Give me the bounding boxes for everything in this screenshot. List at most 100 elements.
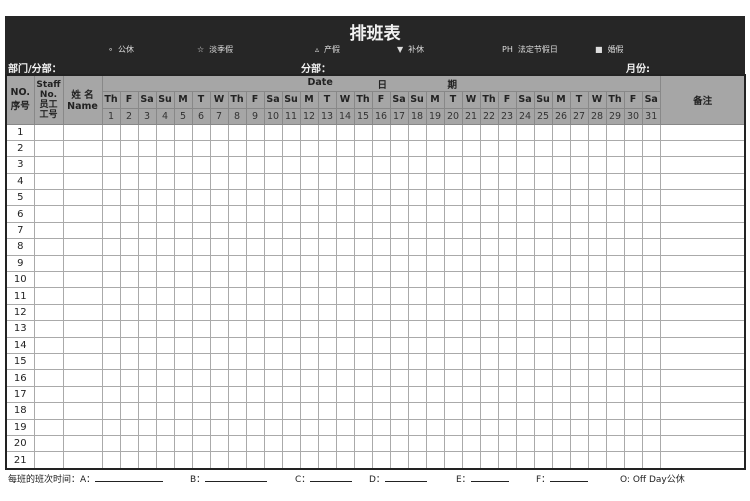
shift-cell[interactable] <box>119 451 139 470</box>
shift-cell[interactable] <box>479 352 499 371</box>
shift-cell[interactable] <box>353 189 373 207</box>
shift-cell[interactable] <box>119 303 139 322</box>
shift-cell[interactable] <box>623 434 643 453</box>
shift-cell[interactable] <box>407 402 427 420</box>
shift-cell[interactable] <box>389 254 409 273</box>
shift-cell[interactable] <box>245 369 265 387</box>
shift-cell[interactable] <box>245 385 265 404</box>
shift-cell[interactable] <box>101 402 121 420</box>
shift-cell[interactable] <box>119 320 139 338</box>
shift-cell[interactable] <box>605 287 625 305</box>
shift-cell[interactable] <box>551 221 571 240</box>
shift-cell[interactable] <box>569 336 589 354</box>
shift-cell[interactable] <box>137 451 157 470</box>
remark-cell[interactable] <box>659 221 746 240</box>
shift-cell[interactable] <box>191 139 211 158</box>
shift-cell[interactable] <box>119 238 139 256</box>
shift-cell[interactable] <box>245 123 265 141</box>
shift-cell[interactable] <box>497 254 517 273</box>
shift-cell[interactable] <box>281 451 301 470</box>
shift-cell[interactable] <box>263 303 283 322</box>
shift-cell[interactable] <box>209 156 229 174</box>
shift-cell[interactable] <box>461 303 481 322</box>
shift-cell[interactable] <box>155 352 175 371</box>
shift-cell[interactable] <box>119 221 139 240</box>
shift-cell[interactable] <box>155 418 175 436</box>
shift-cell[interactable] <box>623 287 643 305</box>
shift-cell[interactable] <box>155 254 175 273</box>
shift-cell[interactable] <box>605 123 625 141</box>
shift-cell[interactable] <box>227 352 247 371</box>
shift-cell[interactable] <box>137 254 157 273</box>
shift-cell[interactable] <box>551 402 571 420</box>
shift-cell[interactable] <box>641 221 661 240</box>
shift-cell[interactable] <box>317 369 337 387</box>
shift-cell[interactable] <box>569 139 589 158</box>
shift-cell[interactable] <box>461 352 481 371</box>
name-cell[interactable] <box>62 156 103 174</box>
shift-cell[interactable] <box>245 238 265 256</box>
shift-cell[interactable] <box>317 352 337 371</box>
shift-cell[interactable] <box>479 189 499 207</box>
shift-cell[interactable] <box>587 271 607 289</box>
shift-cell[interactable] <box>551 238 571 256</box>
remark-cell[interactable] <box>659 139 746 158</box>
shift-cell[interactable] <box>371 320 391 338</box>
shift-cell[interactable] <box>173 271 193 289</box>
shift-cell[interactable] <box>569 352 589 371</box>
shift-cell[interactable] <box>533 189 553 207</box>
shift-cell[interactable] <box>425 369 445 387</box>
shift-cell[interactable] <box>281 385 301 404</box>
shift-cell[interactable] <box>227 451 247 470</box>
shift-cell[interactable] <box>245 320 265 338</box>
shift-cell[interactable] <box>425 123 445 141</box>
shift-cell[interactable] <box>623 205 643 223</box>
name-cell[interactable] <box>62 369 103 387</box>
shift-cell[interactable] <box>245 254 265 273</box>
shift-cell[interactable] <box>281 320 301 338</box>
shift-cell[interactable] <box>551 434 571 453</box>
shift-cell[interactable] <box>605 320 625 338</box>
shift-cell[interactable] <box>263 156 283 174</box>
shift-cell[interactable] <box>191 336 211 354</box>
name-cell[interactable] <box>62 451 103 470</box>
staff-no-cell[interactable] <box>33 352 64 371</box>
shift-cell[interactable] <box>263 205 283 223</box>
shift-cell[interactable] <box>155 156 175 174</box>
shift-cell[interactable] <box>389 418 409 436</box>
shift-cell[interactable] <box>479 369 499 387</box>
shift-cell[interactable] <box>479 287 499 305</box>
shift-cell[interactable] <box>371 451 391 470</box>
shift-cell[interactable] <box>461 189 481 207</box>
shift-cell[interactable] <box>281 352 301 371</box>
shift-cell[interactable] <box>191 205 211 223</box>
shift-cell[interactable] <box>389 139 409 158</box>
shift-cell[interactable] <box>191 320 211 338</box>
shift-cell[interactable] <box>209 369 229 387</box>
shift-cell[interactable] <box>263 271 283 289</box>
shift-cell[interactable] <box>353 172 373 191</box>
name-cell[interactable] <box>62 271 103 289</box>
shift-cell[interactable] <box>497 369 517 387</box>
shift-cell[interactable] <box>515 271 535 289</box>
shift-cell[interactable] <box>353 418 373 436</box>
shift-cell[interactable] <box>101 418 121 436</box>
shift-cell[interactable] <box>425 254 445 273</box>
shift-cell[interactable] <box>551 205 571 223</box>
shift-cell[interactable] <box>191 303 211 322</box>
name-cell[interactable] <box>62 123 103 141</box>
shift-cell[interactable] <box>389 385 409 404</box>
shift-cell[interactable] <box>317 287 337 305</box>
shift-cell[interactable] <box>191 271 211 289</box>
shift-cell[interactable] <box>101 287 121 305</box>
shift-cell[interactable] <box>353 434 373 453</box>
shift-cell[interactable] <box>515 205 535 223</box>
shift-cell[interactable] <box>335 336 355 354</box>
shift-cell[interactable] <box>353 451 373 470</box>
shift-cell[interactable] <box>407 189 427 207</box>
shift-cell[interactable] <box>389 172 409 191</box>
shift-cell[interactable] <box>461 238 481 256</box>
remark-cell[interactable] <box>659 172 746 191</box>
shift-cell[interactable] <box>191 418 211 436</box>
shift-cell[interactable] <box>101 303 121 322</box>
